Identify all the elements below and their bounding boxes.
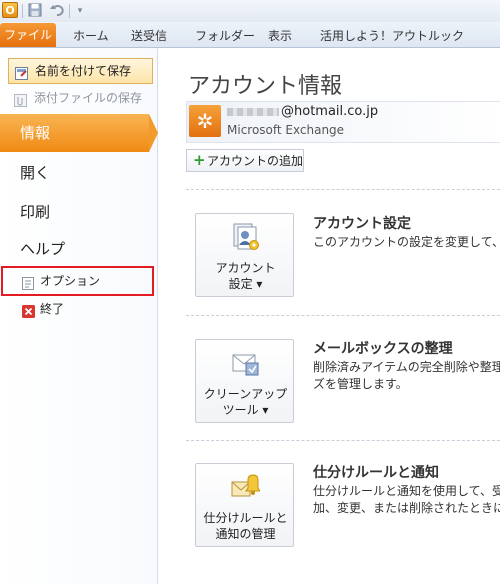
- redacted-username: [227, 107, 279, 116]
- backstage-sidebar: 名前を付けて保存 添付ファイルの保存 情報 開く 印刷 ヘルプ オプション 終了: [0, 48, 158, 584]
- account-settings-button[interactable]: アカウント 設定 ▾: [195, 213, 294, 297]
- outlook-app-icon[interactable]: O: [2, 2, 18, 18]
- options-highlight-frame: [1, 266, 154, 296]
- rules-alerts-description-line2: 加、変更、または削除されたときに更: [313, 501, 500, 515]
- section-divider: [186, 440, 500, 441]
- rules-alerts-icon: [230, 472, 261, 502]
- tab-folder[interactable]: フォルダー: [195, 26, 255, 46]
- account-email: @hotmail.co.jp: [227, 104, 378, 119]
- page-title: アカウント情報: [188, 74, 343, 99]
- rules-alerts-button[interactable]: 仕分けルールと 通知の管理: [195, 463, 294, 547]
- cleanup-tools-icon: [230, 348, 260, 378]
- nav-print[interactable]: 印刷: [20, 201, 50, 222]
- exchange-icon: ✲: [189, 105, 221, 137]
- mailbox-cleanup-description-line2: ズを管理します。: [313, 377, 408, 391]
- ribbon-tabs: ファイル ホーム 送受信 フォルダー 表示 活用しよう！アウトルック: [0, 22, 500, 48]
- tab-home[interactable]: ホーム: [73, 26, 109, 46]
- section-divider: [186, 315, 500, 316]
- mailbox-cleanup-description-line1: 削除済みアイテムの完全削除や整理: [313, 360, 500, 374]
- save-as-button[interactable]: 名前を付けて保存: [8, 58, 153, 84]
- account-info-panel: アカウント情報 ✲ @hotmail.co.jp Microsoft Excha…: [158, 48, 500, 584]
- tab-file[interactable]: ファイル: [0, 23, 56, 47]
- tab-send-receive[interactable]: 送受信: [131, 26, 167, 46]
- qat-separator: [69, 4, 70, 18]
- undo-icon[interactable]: [49, 3, 65, 19]
- rules-alerts-title: 仕分けルールと通知: [313, 465, 439, 481]
- tab-view[interactable]: 表示: [268, 26, 292, 46]
- customize-icon[interactable]: ▾: [72, 3, 88, 19]
- nav-open[interactable]: 開く: [20, 162, 50, 183]
- cleanup-tools-button[interactable]: クリーンアップ ツール ▾: [195, 339, 294, 423]
- qat-separator: [22, 4, 23, 18]
- exit-button[interactable]: 終了: [8, 297, 148, 321]
- close-icon: [22, 302, 35, 318]
- plus-icon: +: [193, 151, 206, 169]
- attachment-icon: [14, 91, 27, 107]
- account-selector[interactable]: ✲ @hotmail.co.jp Microsoft Exchange: [186, 101, 500, 143]
- mailbox-cleanup-title: メールボックスの整理: [313, 341, 453, 357]
- account-settings-title: アカウント設定: [313, 216, 411, 232]
- quick-access-toolbar: O ▾: [0, 0, 500, 22]
- save-icon[interactable]: [27, 3, 43, 19]
- account-settings-icon: [230, 222, 260, 252]
- active-indicator-arrow: [149, 114, 158, 152]
- section-divider: [186, 189, 500, 190]
- save-as-icon: [15, 64, 28, 80]
- rules-alerts-description-line1: 仕分けルールと通知を使用して、受信: [313, 484, 500, 498]
- add-account-button[interactable]: + アカウントの追加: [186, 149, 304, 172]
- tab-outlook-tips[interactable]: 活用しよう！アウトルック: [320, 26, 464, 46]
- save-attachments-button[interactable]: 添付ファイルの保存: [8, 86, 151, 110]
- account-settings-description: このアカウントの設定を変更して、別の: [313, 235, 500, 249]
- nav-help[interactable]: ヘルプ: [20, 238, 65, 259]
- nav-info[interactable]: 情報: [0, 114, 149, 152]
- account-type: Microsoft Exchange: [227, 123, 345, 137]
